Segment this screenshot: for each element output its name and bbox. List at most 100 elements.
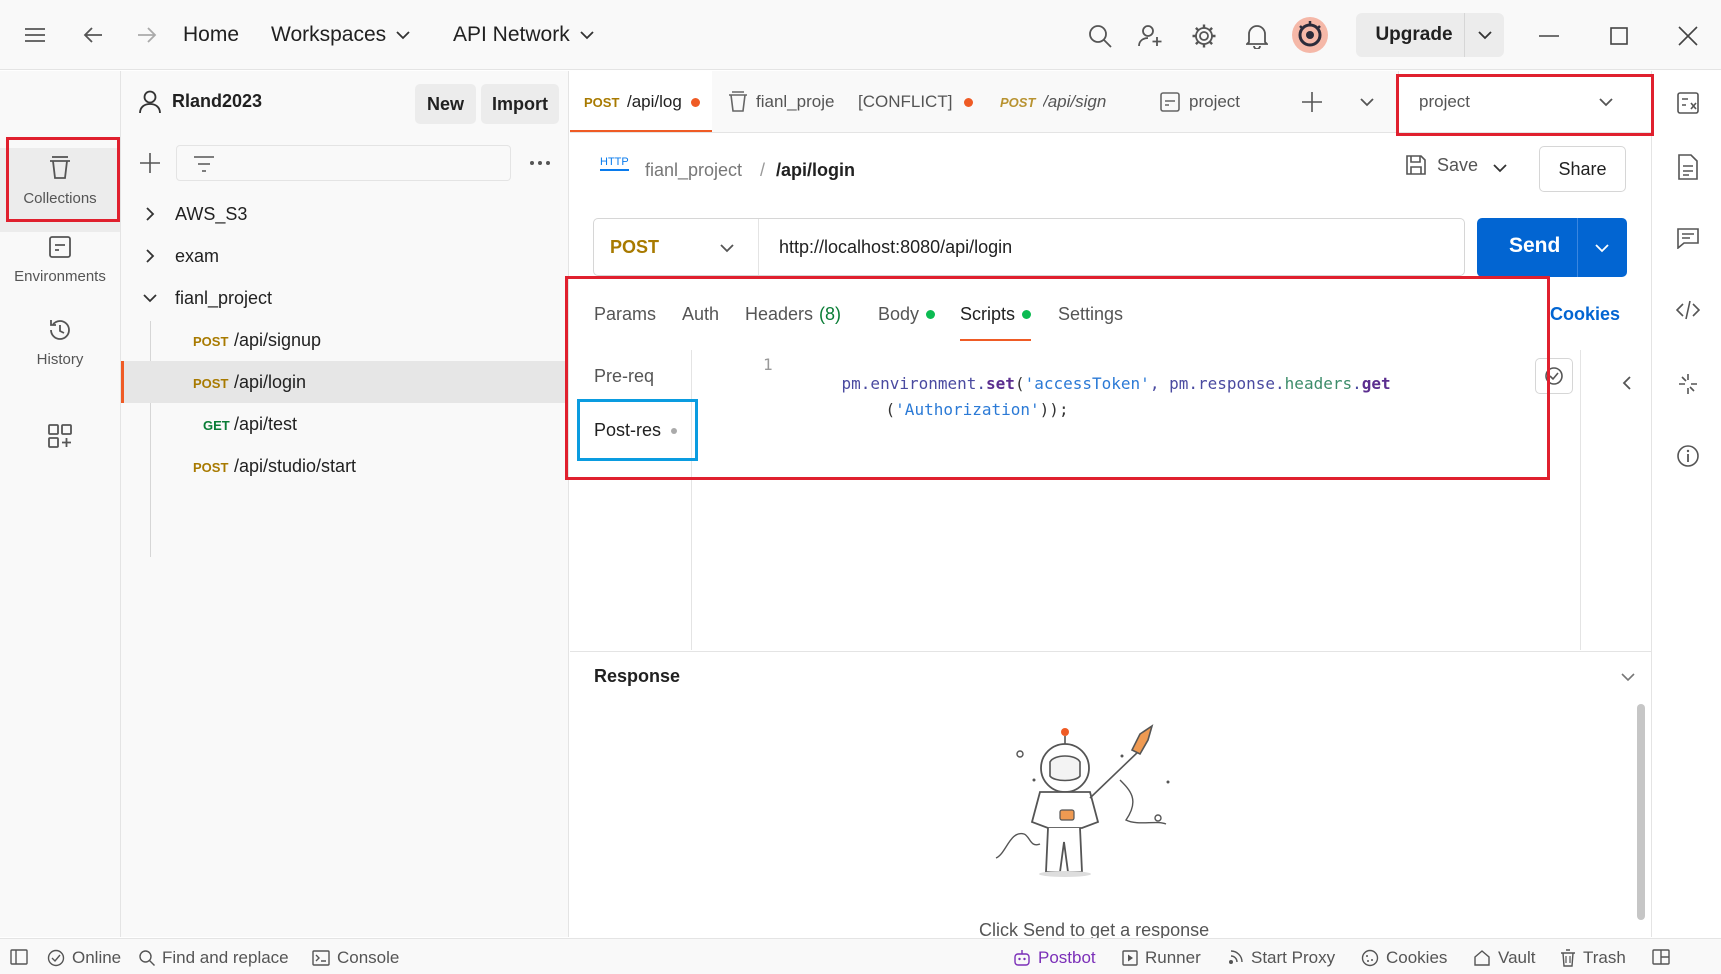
send-button[interactable]: Send: [1477, 218, 1627, 277]
layout-toggle-icon[interactable]: [1652, 949, 1670, 965]
request-method: POST: [193, 376, 229, 391]
postbot-label: Postbot: [1038, 948, 1096, 967]
avatar[interactable]: [1292, 17, 1328, 53]
info-icon[interactable]: [1676, 444, 1700, 468]
tab-label: /api/sign: [1043, 92, 1107, 111]
notification-bell-icon[interactable]: [1243, 22, 1271, 50]
online-status[interactable]: Online: [47, 948, 121, 968]
comments-icon[interactable]: [1676, 227, 1700, 249]
settings-gear-icon[interactable]: [1190, 22, 1218, 50]
maximize-icon[interactable]: [1605, 22, 1633, 50]
back-arrow-icon[interactable]: [78, 22, 108, 48]
breadcrumb-separator: /: [760, 160, 766, 180]
tab-api-signup[interactable]: POST /api/sign: [988, 71, 1138, 132]
user-icon: [139, 90, 161, 114]
share-label: Share: [1558, 158, 1607, 179]
method-select-value: POST: [610, 237, 660, 257]
tree-collection-label: fianl_project: [175, 288, 273, 308]
code-snippet-icon[interactable]: [1676, 300, 1700, 320]
api-network-menu[interactable]: API Network: [453, 23, 594, 47]
find-replace-label: Find and replace: [162, 948, 289, 967]
response-collapse-chevron-icon[interactable]: [1621, 672, 1635, 682]
api-network-label: API Network: [453, 23, 570, 46]
test-results-icon[interactable]: [1676, 91, 1700, 115]
new-button[interactable]: New: [415, 84, 476, 124]
postbot[interactable]: Postbot: [1013, 948, 1096, 968]
tree-request-test[interactable]: GET /api/test: [121, 403, 568, 445]
tree-request-signup[interactable]: POST /api/signup: [121, 319, 568, 361]
breadcrumb-collection[interactable]: fianl_project: [645, 160, 742, 181]
tree-collection-exam[interactable]: exam: [121, 235, 568, 277]
rail-history[interactable]: History: [0, 317, 120, 368]
trash-can-icon: [1561, 949, 1575, 967]
tree-collection-aws[interactable]: AWS_S3: [121, 193, 568, 235]
tabs-overflow-chevron-icon[interactable]: [1360, 97, 1374, 107]
rail-add-app[interactable]: [0, 423, 120, 457]
save-button[interactable]: Save: [1405, 154, 1478, 176]
tab-label: [CONFLICT]: [858, 92, 953, 111]
tab-api-login[interactable]: POST /api/log: [570, 71, 712, 132]
sidebar-search-input[interactable]: [176, 145, 511, 181]
environments-icon: [49, 236, 71, 258]
tab-project-environment[interactable]: project: [1138, 71, 1268, 132]
new-tab-plus-icon[interactable]: [1301, 91, 1323, 113]
tree-request-login[interactable]: POST /api/login: [121, 361, 568, 403]
send-divider: [1577, 218, 1578, 277]
highlight-collections: [6, 137, 120, 222]
home-link[interactable]: Home: [183, 23, 239, 47]
invite-user-icon[interactable]: [1137, 22, 1165, 50]
start-proxy-label: Start Proxy: [1251, 948, 1336, 967]
tree-request-studio-start[interactable]: POST /api/studio/start: [121, 445, 568, 487]
more-options-icon[interactable]: [529, 160, 551, 166]
upgrade-dropdown-button[interactable]: [1464, 13, 1504, 57]
url-input[interactable]: http://localhost:8080/api/login: [779, 237, 1012, 258]
forward-arrow-icon[interactable]: [132, 22, 162, 48]
chevron-right-icon: [146, 249, 155, 263]
console[interactable]: Console: [312, 948, 399, 968]
import-button[interactable]: Import: [481, 84, 559, 124]
documentation-icon[interactable]: [1678, 154, 1698, 180]
vault[interactable]: Vault: [1473, 948, 1536, 968]
chevron-down-icon: [580, 31, 594, 40]
upgrade-button[interactable]: Upgrade: [1356, 13, 1472, 57]
online-label: Online: [72, 948, 122, 967]
request-header: HTTP fianl_project / /api/login Save Sha…: [570, 134, 1651, 204]
close-icon[interactable]: [1674, 22, 1702, 50]
share-button[interactable]: Share: [1539, 146, 1626, 192]
chevron-down-icon: [1477, 31, 1492, 40]
toggle-sidebar-icon[interactable]: [10, 949, 28, 965]
console-terminal-icon: [312, 950, 330, 966]
method-select[interactable]: POST: [594, 219, 759, 275]
astronaut-rocket-illustration: [990, 720, 1210, 880]
collapse-snippets-chevron-icon[interactable]: [1622, 376, 1632, 390]
search-icon[interactable]: [1086, 22, 1114, 50]
proxy-signal-icon: [1229, 950, 1243, 964]
rail-environments[interactable]: Environments: [0, 234, 120, 285]
save-options-chevron-icon[interactable]: [1493, 163, 1507, 173]
cookies-link[interactable]: Cookies: [1550, 304, 1620, 325]
start-proxy[interactable]: Start Proxy: [1226, 948, 1335, 968]
runner[interactable]: Runner: [1122, 948, 1201, 968]
breadcrumb-request[interactable]: /api/login: [776, 160, 855, 181]
tree-collection-fianl-project[interactable]: fianl_project: [121, 277, 568, 319]
minimize-icon[interactable]: [1535, 22, 1563, 50]
status-cookies[interactable]: Cookies: [1361, 948, 1447, 968]
related-collections-icon[interactable]: [1678, 373, 1698, 395]
trash[interactable]: Trash: [1560, 948, 1626, 968]
tab-fianl-project[interactable]: fianl_proje: [714, 71, 844, 132]
workspace-user-name[interactable]: Rland2023: [172, 91, 262, 112]
add-collection-icon[interactable]: [139, 152, 161, 174]
response-panel: Response Click Send to get a response: [570, 651, 1651, 940]
editor-right-divider: [1580, 350, 1581, 650]
vault-label: Vault: [1498, 948, 1536, 967]
send-options-chevron-icon[interactable]: [1595, 243, 1609, 253]
http-badge: HTTP: [600, 156, 629, 171]
request-method: POST: [193, 460, 229, 475]
menu-icon[interactable]: [20, 22, 50, 48]
response-scrollbar[interactable]: [1637, 704, 1645, 920]
tab-conflict[interactable]: [CONFLICT]: [846, 71, 986, 132]
postbot-icon: [1014, 950, 1030, 966]
workspaces-menu[interactable]: Workspaces: [271, 23, 410, 47]
find-replace[interactable]: Find and replace: [139, 948, 289, 968]
title-bar: Home Workspaces API Network Upgrade: [0, 0, 1721, 70]
